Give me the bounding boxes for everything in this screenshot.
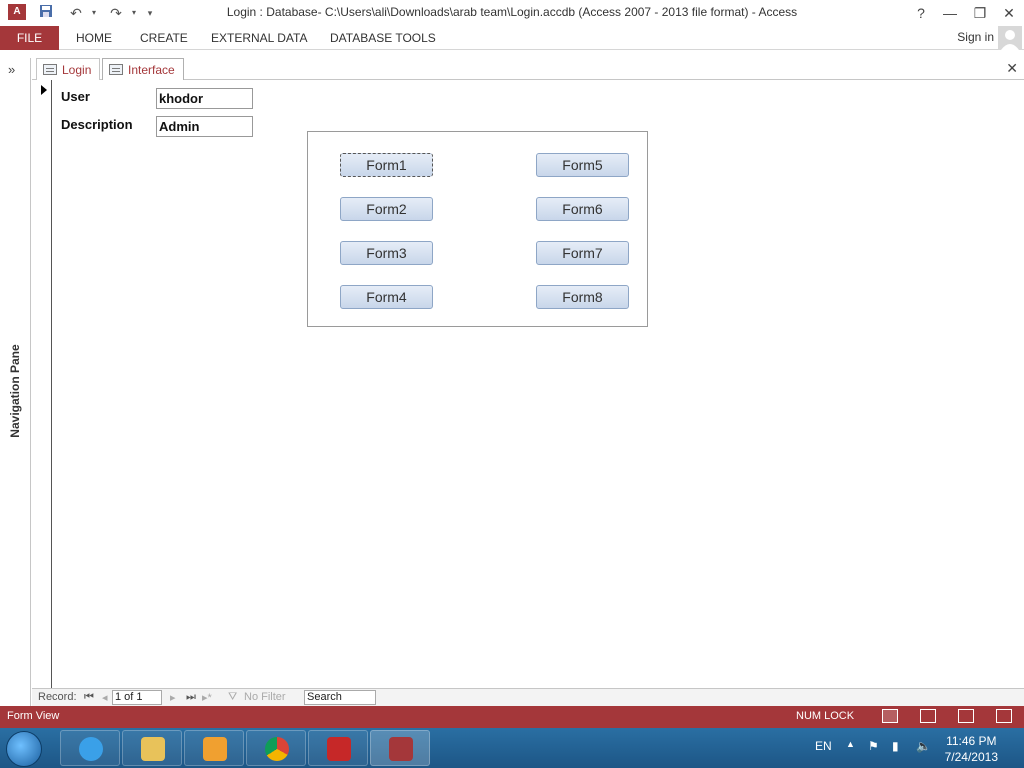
tab-external-data[interactable]: EXTERNAL DATA: [211, 26, 307, 50]
start-button[interactable]: [6, 731, 42, 767]
document-tabs: Login Interface ✕: [32, 58, 1024, 80]
tab-interface-form[interactable]: Interface: [102, 58, 184, 80]
taskbar-media-player[interactable]: [184, 730, 244, 766]
clock-date: 7/24/2013: [944, 750, 998, 764]
title-bar: A ↶ ▾ ↷ ▾ ▾ Login : Database- C:\Users\a…: [0, 0, 1024, 26]
record-selector[interactable]: [34, 80, 52, 688]
tab-login-form[interactable]: Login: [36, 58, 100, 80]
buttons-frame: Form1 Form2 Form3 Form4 Form5 Form6 Form…: [307, 131, 648, 327]
new-record-icon[interactable]: ▸*: [202, 691, 212, 704]
taskbar-internet-explorer[interactable]: [60, 730, 120, 766]
internet-explorer-icon: [79, 737, 103, 761]
media-player-icon: [203, 737, 227, 761]
key-icon: [327, 737, 351, 761]
tab-create[interactable]: CREATE: [140, 26, 188, 50]
form4-button[interactable]: Form4: [340, 285, 433, 309]
action-center-icon[interactable]: ⚑: [868, 739, 879, 753]
sign-in-link[interactable]: Sign in: [957, 26, 994, 50]
taskbar-access[interactable]: [370, 730, 430, 766]
form-icon: [109, 64, 123, 75]
close-document-icon[interactable]: ✕: [1006, 60, 1018, 77]
minimize-button[interactable]: —: [937, 3, 963, 23]
tab-label: Interface: [128, 63, 175, 77]
form1-button[interactable]: Form1: [340, 153, 433, 177]
form8-button[interactable]: Form8: [536, 285, 629, 309]
datasheet-view-icon[interactable]: [920, 709, 936, 723]
layout-view-icon[interactable]: [958, 709, 974, 723]
form7-button[interactable]: Form7: [536, 241, 629, 265]
record-label: Record:: [38, 691, 77, 703]
tab-database-tools[interactable]: DATABASE TOOLS: [330, 26, 436, 50]
system-clock[interactable]: 11:46 PM 7/24/2013: [945, 733, 998, 765]
access-icon: [389, 737, 413, 761]
form2-button[interactable]: Form2: [340, 197, 433, 221]
no-filter-button[interactable]: No Filter: [244, 691, 286, 703]
help-button[interactable]: ?: [908, 3, 934, 23]
tab-home[interactable]: HOME: [76, 26, 112, 50]
navigation-pane[interactable]: » Navigation Pane: [0, 58, 31, 706]
form-view-icon[interactable]: [882, 709, 898, 723]
file-tab[interactable]: FILE: [0, 26, 59, 50]
user-field[interactable]: khodor: [156, 88, 253, 109]
form5-button[interactable]: Form5: [536, 153, 629, 177]
ribbon-tabs: FILE HOME CREATE EXTERNAL DATA DATABASE …: [0, 26, 1024, 50]
volume-icon[interactable]: 🔈: [916, 739, 931, 753]
user-avatar-icon[interactable]: [998, 26, 1022, 50]
current-record-field[interactable]: 1 of 1: [112, 690, 162, 705]
close-window-button[interactable]: ✕: [996, 3, 1022, 23]
form3-button[interactable]: Form3: [340, 241, 433, 265]
current-record-arrow-icon: [41, 85, 47, 95]
chrome-icon: [265, 737, 289, 761]
interface-form: User khodor Description Admin Form1 Form…: [32, 80, 1024, 688]
last-record-icon[interactable]: ⏭: [186, 691, 196, 704]
restore-button[interactable]: ❐: [967, 3, 993, 23]
filter-icon[interactable]: ⛛: [228, 691, 237, 704]
next-record-icon[interactable]: ▸: [170, 691, 176, 704]
expand-nav-pane-icon[interactable]: »: [8, 62, 15, 77]
previous-record-icon[interactable]: ◂: [102, 691, 108, 704]
form6-button[interactable]: Form6: [536, 197, 629, 221]
language-indicator[interactable]: EN: [815, 739, 832, 753]
folder-icon: [141, 737, 165, 761]
taskbar-key-app[interactable]: [308, 730, 368, 766]
taskbar-chrome[interactable]: [246, 730, 306, 766]
design-view-icon[interactable]: [996, 709, 1012, 723]
window-title: Login : Database- C:\Users\ali\Downloads…: [226, 5, 798, 19]
navigation-pane-label[interactable]: Navigation Pane: [8, 335, 24, 447]
description-label: Description: [61, 117, 133, 132]
record-navigation-bar: Record: ⏮ ◂ 1 of 1 ▸ ⏭ ▸* ⛛ No Filter Se…: [32, 688, 1024, 706]
network-icon[interactable]: ▮: [892, 739, 899, 753]
search-field[interactable]: Search: [304, 690, 376, 705]
windows-taskbar: EN ▲ ⚑ ▮ 🔈 11:46 PM 7/24/2013: [0, 728, 1024, 768]
taskbar-file-explorer[interactable]: [122, 730, 182, 766]
description-field[interactable]: Admin: [156, 116, 253, 137]
num-lock-indicator: NUM LOCK: [796, 710, 855, 722]
first-record-icon[interactable]: ⏮: [84, 691, 94, 704]
show-hidden-icons-icon[interactable]: ▲: [846, 739, 855, 749]
view-mode-label: Form View: [7, 710, 60, 722]
form-icon: [43, 64, 57, 75]
clock-time: 11:46 PM: [946, 734, 997, 748]
user-label: User: [61, 89, 90, 104]
tab-label: Login: [62, 63, 92, 77]
status-bar: Form View NUM LOCK: [0, 706, 1024, 728]
